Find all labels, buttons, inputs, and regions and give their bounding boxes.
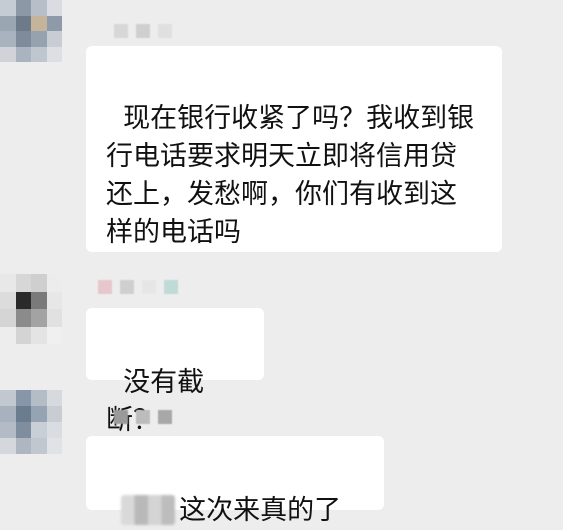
sender-name-blurred [114,24,172,38]
message-text: 现在银行收紧了吗？我收到银行电话要求明天立即将信用贷还上，发愁啊，你们有收到这样… [106,103,475,248]
message-text: 没有截断？ [106,367,205,436]
avatar[interactable] [0,390,62,454]
sender-name-blurred [98,280,178,294]
message-bubble[interactable]: 现在银行收紧了吗？我收到银行电话要求明天立即将信用贷还上，发愁啊，你们有收到这样… [86,46,502,252]
avatar[interactable] [0,0,62,62]
avatar[interactable] [0,274,62,344]
message-text: 这次来真的了 [179,495,342,526]
message-bubble[interactable]: 没有截断？ [86,308,264,436]
message-bubble[interactable]: 这次来真的了 [86,436,384,526]
redacted-text-mosaic [121,495,176,525]
sender-name-blurred [114,410,172,424]
